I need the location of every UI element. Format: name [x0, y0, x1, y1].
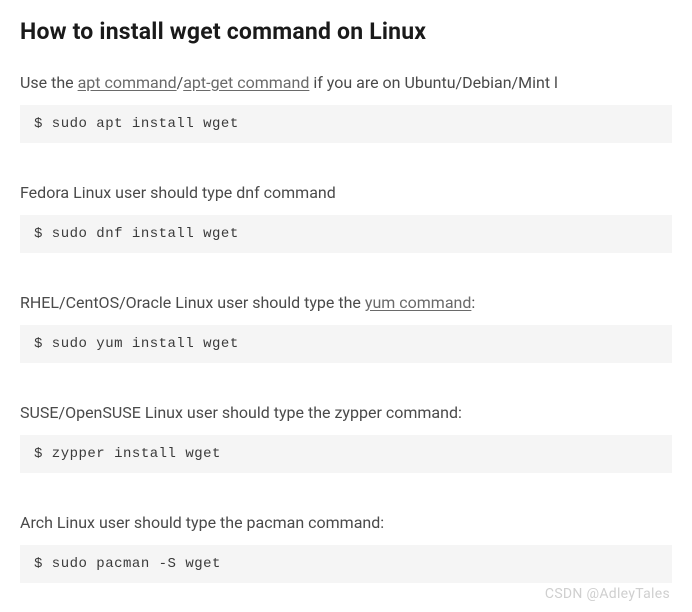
- desc-post: if you are on Ubuntu/Debian/Mint l: [309, 73, 558, 92]
- page-title: How to install wget command on Linux: [20, 18, 672, 45]
- code-block: $ zypper install wget: [20, 435, 672, 473]
- apt-get-command-link[interactable]: apt-get command: [183, 73, 309, 92]
- watermark: CSDN @AdleyTales: [545, 586, 670, 602]
- code-block: $ sudo apt install wget: [20, 105, 672, 143]
- instruction-text: RHEL/CentOS/Oracle Linux user should typ…: [20, 291, 672, 315]
- desc-pre: RHEL/CentOS/Oracle Linux user should typ…: [20, 293, 365, 312]
- desc-post: :: [471, 293, 475, 312]
- code-block: $ sudo yum install wget: [20, 325, 672, 363]
- yum-command-link[interactable]: yum command: [365, 293, 472, 312]
- instruction-text: Fedora Linux user should type dnf comman…: [20, 181, 672, 205]
- code-block: $ sudo pacman -S wget: [20, 545, 672, 583]
- code-block: $ sudo dnf install wget: [20, 215, 672, 253]
- apt-command-link[interactable]: apt command: [78, 73, 177, 92]
- instruction-section: RHEL/CentOS/Oracle Linux user should typ…: [20, 291, 672, 363]
- instruction-section: Arch Linux user should type the pacman c…: [20, 511, 672, 583]
- instruction-section: Use the apt command/apt-get command if y…: [20, 71, 672, 143]
- instruction-section: Fedora Linux user should type dnf comman…: [20, 181, 672, 253]
- instruction-text: Use the apt command/apt-get command if y…: [20, 71, 672, 95]
- instruction-section: SUSE/OpenSUSE Linux user should type the…: [20, 401, 672, 473]
- desc-pre: Use the: [20, 73, 78, 92]
- instruction-text: SUSE/OpenSUSE Linux user should type the…: [20, 401, 672, 425]
- instruction-text: Arch Linux user should type the pacman c…: [20, 511, 672, 535]
